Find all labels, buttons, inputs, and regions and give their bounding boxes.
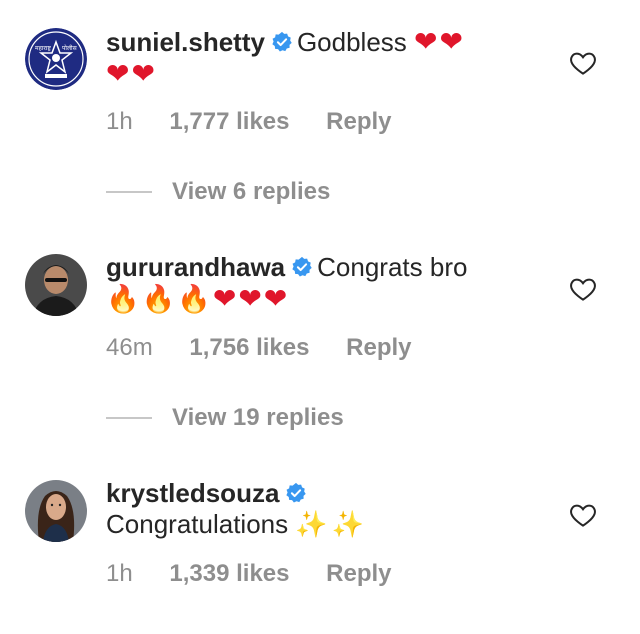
like-heart-icon[interactable] bbox=[568, 48, 598, 78]
view-replies-label: View 6 replies bbox=[172, 178, 331, 205]
comment-text: krystledsouza Congratulations ✨✨ bbox=[106, 478, 546, 541]
profile-photo bbox=[25, 480, 87, 542]
avatar[interactable]: महाराष्ट्र पोलीस bbox=[25, 28, 87, 90]
username[interactable]: krystledsouza bbox=[106, 478, 279, 508]
comment-body: Congratulations bbox=[106, 509, 289, 539]
likes-count[interactable]: 1,777 likes bbox=[169, 108, 289, 135]
police-badge-icon: महाराष्ट्र पोलीस bbox=[25, 28, 87, 90]
sparkles-emoji: ✨✨ bbox=[295, 510, 369, 540]
comment-body: Godbless bbox=[296, 27, 407, 57]
avatar[interactable] bbox=[25, 480, 87, 542]
username[interactable]: suniel.shetty bbox=[106, 27, 265, 57]
like-heart-icon[interactable] bbox=[568, 500, 598, 530]
comment-text: gururandhawa Congrats bro 🔥🔥🔥❤❤❤ bbox=[106, 252, 546, 315]
verified-badge-icon bbox=[286, 482, 307, 503]
profile-photo bbox=[25, 254, 87, 316]
timestamp: 1h bbox=[106, 108, 133, 135]
avatar[interactable] bbox=[25, 254, 87, 316]
view-replies-button[interactable]: View 6 replies bbox=[106, 178, 330, 206]
divider bbox=[106, 191, 152, 193]
svg-text:महाराष्ट्र: महाराष्ट्र bbox=[35, 45, 51, 52]
comment-gururandhawa: gururandhawa Congrats bro 🔥🔥🔥❤❤❤ 46m 1,75… bbox=[0, 226, 640, 376]
heart-emoji: ❤❤ bbox=[414, 25, 465, 58]
reply-button[interactable]: Reply bbox=[326, 108, 391, 135]
verified-badge-icon bbox=[292, 256, 312, 277]
heart-emoji: ❤❤❤ bbox=[212, 282, 290, 315]
timestamp: 1h bbox=[106, 560, 133, 587]
svg-text:पोलीस: पोलीस bbox=[62, 44, 78, 52]
username[interactable]: gururandhawa bbox=[106, 252, 285, 282]
heart-emoji: ❤❤ bbox=[106, 57, 157, 90]
comment-text: suniel.shetty Godbless ❤❤ ❤❤ bbox=[106, 26, 546, 90]
comment-meta: 1h 1,777 likes Reply bbox=[106, 108, 422, 136]
timestamp: 46m bbox=[106, 334, 153, 361]
likes-count[interactable]: 1,339 likes bbox=[169, 560, 289, 587]
view-replies-button[interactable]: View 19 replies bbox=[106, 404, 344, 432]
comment-suniel-shetty: महाराष्ट्र पोलीस suniel.shetty Godbless ❤… bbox=[0, 0, 640, 150]
comment-meta: 46m 1,756 likes Reply bbox=[106, 334, 442, 362]
comment-meta: 1h 1,339 likes Reply bbox=[106, 560, 422, 588]
likes-count[interactable]: 1,756 likes bbox=[189, 334, 309, 361]
comment-body: Congrats bro bbox=[317, 252, 468, 282]
reply-button[interactable]: Reply bbox=[346, 334, 411, 361]
reply-button[interactable]: Reply bbox=[326, 560, 391, 587]
view-replies-label: View 19 replies bbox=[172, 404, 344, 431]
fire-emoji: 🔥🔥🔥 bbox=[106, 284, 213, 315]
verified-badge-icon bbox=[272, 31, 292, 52]
like-heart-icon[interactable] bbox=[568, 274, 598, 304]
divider bbox=[106, 417, 152, 419]
comment-krystledsouza: krystledsouza Congratulations ✨✨ 1h 1,33… bbox=[0, 452, 640, 602]
